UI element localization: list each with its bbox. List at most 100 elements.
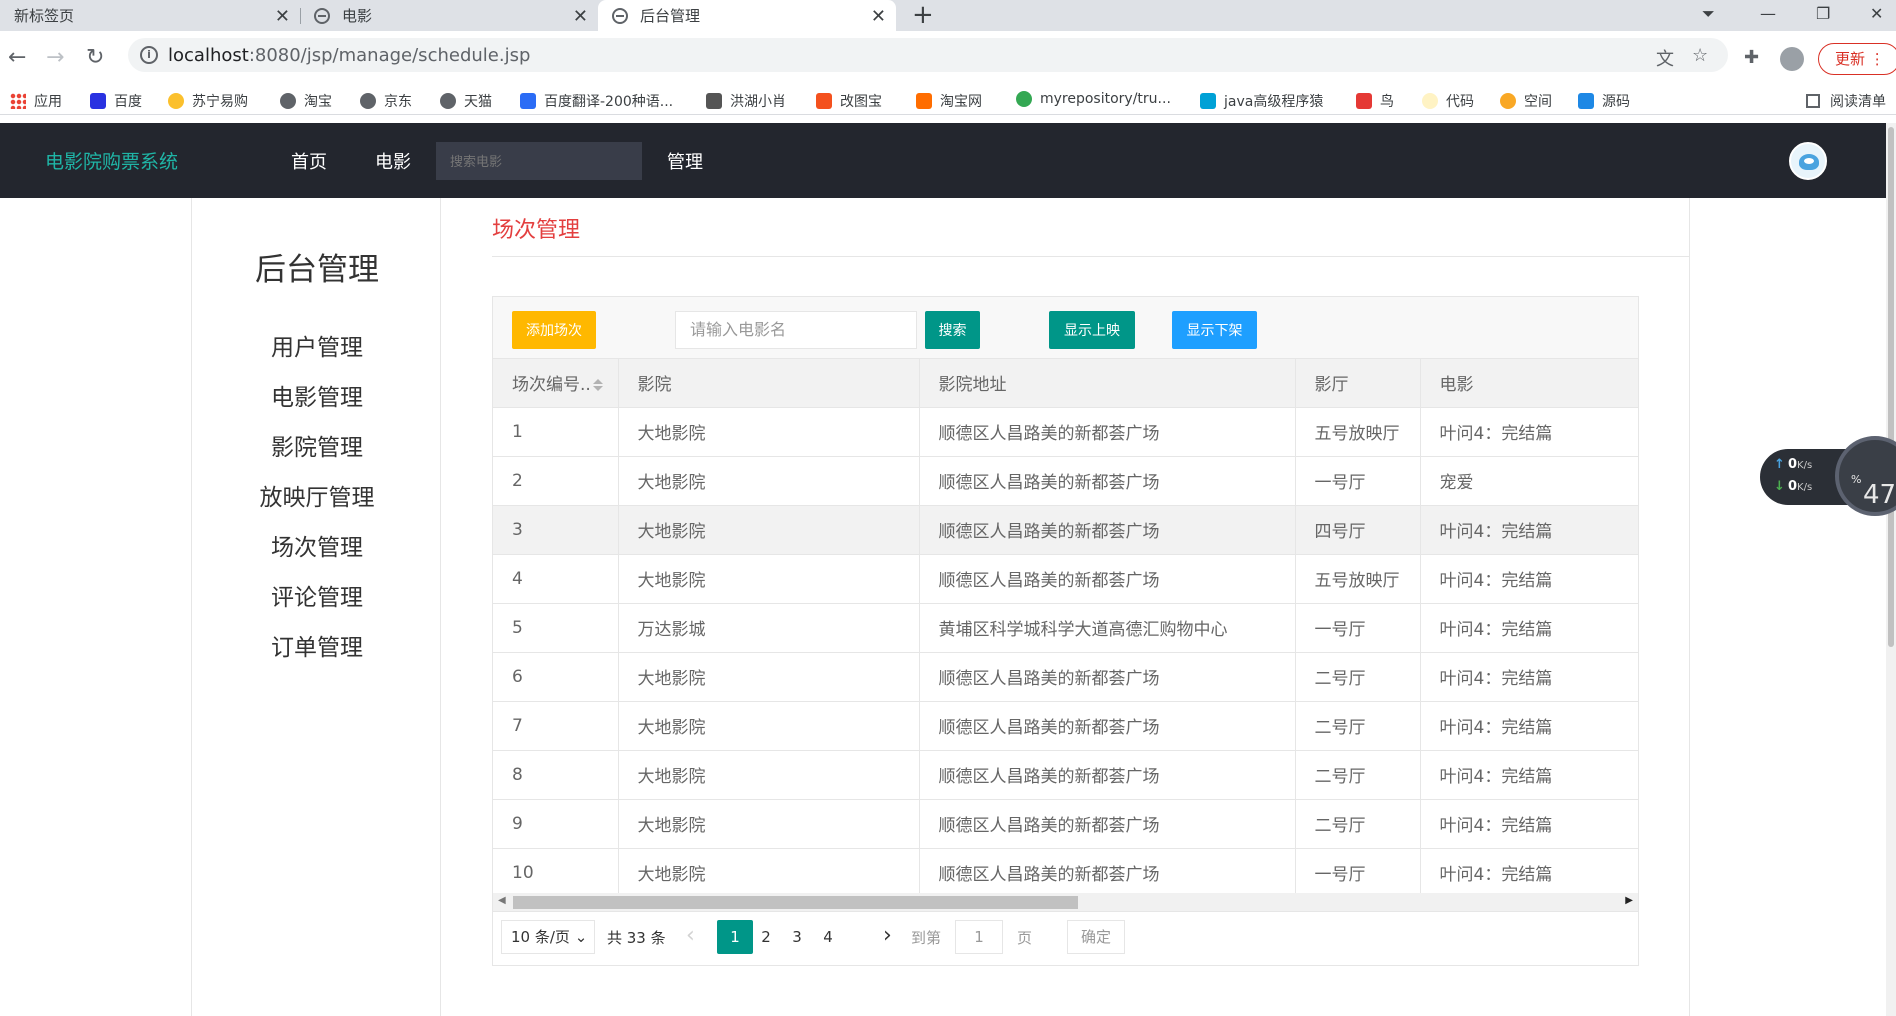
close-tab-icon[interactable]: ✕ <box>275 6 290 27</box>
show-showing-button[interactable]: 显示上映 <box>1049 311 1135 349</box>
scroll-right-icon[interactable]: ▶ <box>1625 895 1633 906</box>
update-button[interactable]: 更新 ⋮ <box>1818 43 1896 75</box>
table-row[interactable]: 4 大地影院 顺德区人昌路美的新都荟广场 五号放映厅 叶问4：完结篇 <box>493 554 1638 604</box>
cell-id: 1 <box>493 407 619 457</box>
browser-tab-newtab[interactable]: 新标签页 ✕ <box>0 0 301 31</box>
globe-icon <box>360 93 376 109</box>
reading-list[interactable]: 阅读清单 <box>1806 91 1886 111</box>
goto-page-input[interactable]: 1 <box>955 920 1003 954</box>
table-row[interactable]: 1 大地影院 顺德区人昌路美的新都荟广场 五号放映厅 叶问4：完结篇 <box>493 407 1638 457</box>
search-button[interactable]: 搜索 <box>925 311 980 349</box>
cell-movie: 叶问4：完结篇 <box>1420 701 1638 751</box>
column-header-id[interactable]: 场次编号.. <box>493 359 619 408</box>
bookmark-baidu-translate[interactable]: 百度翻译-200种语... <box>520 91 673 111</box>
url-text[interactable]: localhost:8080/jsp/manage/schedule.jsp <box>168 45 530 66</box>
globe-icon <box>612 7 628 24</box>
new-tab-button[interactable]: + <box>912 0 934 31</box>
sidebar-item-comments[interactable]: 评论管理 <box>192 578 442 612</box>
page-4-button[interactable]: 4 <box>810 920 846 954</box>
browser-toolbar: ← → ↻ i localhost:8080/jsp/manage/schedu… <box>0 31 1896 87</box>
bookmark-taobao[interactable]: 淘宝 <box>280 91 332 111</box>
bookmark-tmall[interactable]: 天猫 <box>440 91 492 111</box>
movie-name-search-input[interactable]: 请输入电影名 <box>675 311 917 349</box>
tab-label: 新标签页 <box>14 7 75 25</box>
sidebar-item-orders[interactable]: 订单管理 <box>192 628 442 662</box>
scrollbar-thumb[interactable] <box>513 896 1078 909</box>
browser-tab-movie[interactable]: 电影 ✕ <box>300 0 598 31</box>
sidebar-item-users[interactable]: 用户管理 <box>192 328 442 362</box>
reload-icon[interactable]: ↻ <box>86 45 104 70</box>
address-bar[interactable]: i localhost:8080/jsp/manage/schedule.jsp… <box>128 38 1728 72</box>
goto-confirm-button[interactable]: 确定 <box>1067 920 1125 954</box>
page-scrollbar[interactable] <box>1886 123 1896 1016</box>
forward-arrow-icon[interactable]: → <box>46 45 64 70</box>
translate-icon[interactable]: 文 <box>1656 45 1674 71</box>
minimize-icon[interactable]: — <box>1760 0 1776 31</box>
table-row[interactable]: 10 大地影院 顺德区人昌路美的新都荟广场 一号厅 叶问4：完结篇 <box>493 848 1638 898</box>
bookmark-jd[interactable]: 京东 <box>360 91 412 111</box>
add-schedule-button[interactable]: 添加场次 <box>512 311 596 349</box>
sidebar-item-halls[interactable]: 放映厅管理 <box>192 478 442 512</box>
table-row[interactable]: 8 大地影院 顺德区人昌路美的新都荟广场 二号厅 叶问4：完结篇 <box>493 750 1638 800</box>
bookmark-honghu[interactable]: 洪湖小肖 <box>706 91 786 111</box>
bookmark-myrepository[interactable]: myrepository/tru... <box>1016 91 1171 107</box>
sidebar-item-schedules[interactable]: 场次管理 <box>192 528 442 562</box>
bookmark-star-icon[interactable]: ☆ <box>1692 45 1708 66</box>
table-row[interactable]: 6 大地影院 顺德区人昌路美的新都荟广场 二号厅 叶问4：完结篇 <box>493 652 1638 702</box>
nav-manage[interactable]: 管理 <box>667 148 703 174</box>
site-info-icon[interactable]: i <box>140 46 158 64</box>
tab-search-icon[interactable]: ⏷ <box>1702 0 1715 31</box>
table-row[interactable]: 9 大地影院 顺德区人昌路美的新都荟广场 二号厅 叶问4：完结篇 <box>493 799 1638 849</box>
table-row[interactable]: 2 大地影院 顺德区人昌路美的新都荟广场 一号厅 宠爱 <box>493 456 1638 506</box>
cell-address: 顺德区人昌路美的新都荟广场 <box>919 750 1296 800</box>
next-page-icon[interactable]: › <box>883 923 892 948</box>
sidebar-item-movies[interactable]: 电影管理 <box>192 378 442 412</box>
browser-tab-admin[interactable]: 后台管理 ✕ <box>598 0 896 31</box>
window-close-icon[interactable]: ✕ <box>1870 0 1883 31</box>
cell-id: 9 <box>493 799 619 849</box>
bookmark-apps[interactable]: 应用 <box>10 91 62 111</box>
bookmark-bird[interactable]: 鸟 <box>1356 91 1394 111</box>
sort-icon[interactable] <box>592 378 603 392</box>
bookmark-space[interactable]: 空间 <box>1500 91 1552 111</box>
table-row[interactable]: 5 万达影城 黄埔区科学城科学大道高德汇购物中心 一号厅 叶问4：完结篇 <box>493 603 1638 653</box>
cell-cinema: 大地影院 <box>618 799 920 849</box>
sidebar-item-cinemas[interactable]: 影院管理 <box>192 428 442 462</box>
prev-page-icon[interactable]: ‹ <box>686 923 695 948</box>
bookmark-code[interactable]: 代码 <box>1422 91 1474 111</box>
cell-address: 黄埔区科学城科学大道高德汇购物中心 <box>919 603 1296 653</box>
table-row[interactable]: 3 大地影院 顺德区人昌路美的新都荟广场 四号厅 叶问4：完结篇 <box>493 505 1638 555</box>
bookmark-suning[interactable]: 苏宁易购 <box>168 91 248 111</box>
nav-home[interactable]: 首页 <box>291 148 327 174</box>
nav-movies[interactable]: 电影 <box>375 148 411 174</box>
bookmark-taobaowang[interactable]: 淘宝网 <box>916 91 982 111</box>
bookmark-java[interactable]: java高级程序猿 <box>1200 91 1323 111</box>
close-tab-icon[interactable]: ✕ <box>573 6 588 27</box>
restore-icon[interactable]: ❐ <box>1816 0 1830 31</box>
cell-movie: 叶问4：完结篇 <box>1420 603 1638 653</box>
column-header-movie: 电影 <box>1420 359 1638 408</box>
scroll-left-icon[interactable]: ◀ <box>498 895 506 906</box>
extensions-puzzle-icon[interactable]: ✚ <box>1744 47 1759 68</box>
app-brand[interactable]: 电影院购票系统 <box>45 147 178 174</box>
bookmark-source[interactable]: 源码 <box>1578 91 1630 111</box>
page-label: 页 <box>1017 929 1033 947</box>
bilibili-icon <box>1200 93 1216 109</box>
cell-address: 顺德区人昌路美的新都荟广场 <box>919 456 1296 506</box>
bookmark-gaitubao[interactable]: 改图宝 <box>816 91 882 111</box>
table-row[interactable]: 7 大地影院 顺德区人昌路美的新都荟广场 二号厅 叶问4：完结篇 <box>493 701 1638 751</box>
page-size-select[interactable]: 10 条/页 ⌄ <box>501 920 595 954</box>
cell-address: 顺德区人昌路美的新都荟广场 <box>919 407 1296 457</box>
user-avatar[interactable] <box>1789 142 1827 180</box>
movie-search-input[interactable] <box>436 142 642 180</box>
cell-address: 顺德区人昌路美的新都荟广场 <box>919 701 1296 751</box>
scrollbar-thumb[interactable] <box>1888 127 1894 647</box>
table-horizontal-scrollbar[interactable]: ◀ ▶ <box>493 893 1638 911</box>
schedule-table: 场次编号.. 影院 影院地址 影厅 电影 1 大地影院 顺德区人昌路美的新都荟广场五… <box>493 359 1638 898</box>
show-offshelf-button[interactable]: 显示下架 <box>1172 311 1257 349</box>
back-arrow-icon[interactable]: ← <box>8 45 26 70</box>
profile-avatar-icon[interactable] <box>1780 47 1804 71</box>
bookmark-baidu[interactable]: 百度 <box>90 91 142 111</box>
close-tab-icon[interactable]: ✕ <box>871 6 886 27</box>
column-header-address: 影院地址 <box>919 359 1296 408</box>
